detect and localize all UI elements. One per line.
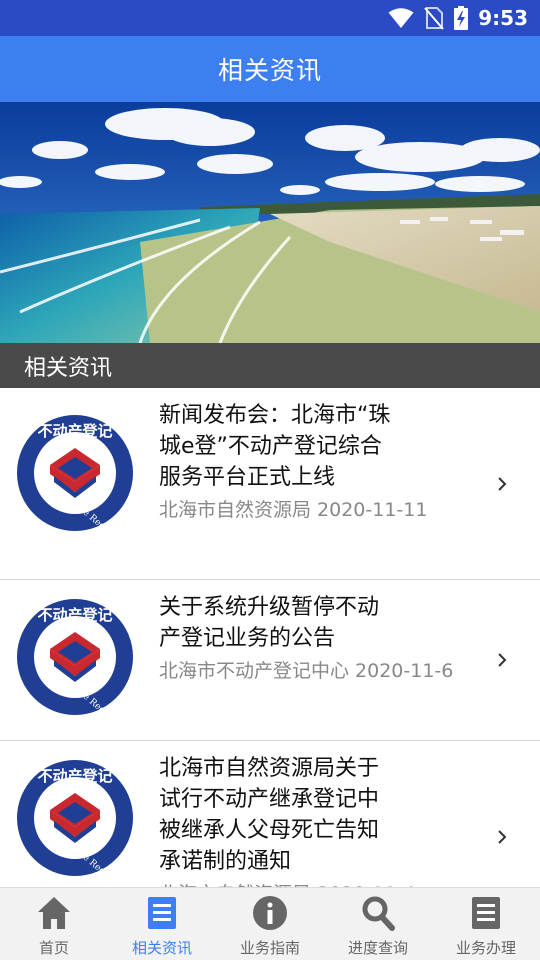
news-meta: 北海市自然资源局 2020-11-4: [159, 879, 459, 887]
tab-home[interactable]: 首页: [0, 888, 108, 960]
chevron-right-icon: [498, 830, 507, 844]
svg-text:不动产登记: 不动产登记: [37, 606, 112, 624]
chevron-right-icon: [498, 653, 507, 667]
page-title: 相关资讯: [217, 56, 322, 85]
tab-progress[interactable]: 进度查询: [324, 888, 432, 960]
svg-text:不动产登记: 不动产登记: [37, 422, 112, 440]
news-item[interactable]: 不动产登记 Real Estate Registration 北海市自然资源局关…: [0, 741, 540, 887]
tab-label: 进度查询: [347, 939, 408, 957]
tab-label: 业务办理: [455, 939, 516, 957]
news-icon: [148, 897, 176, 929]
real-estate-registration-logo: 不动产登记 Real Estate Registration: [17, 599, 136, 718]
tab-label: 相关资讯: [131, 939, 192, 957]
tab-label: 首页: [38, 939, 69, 957]
tab-news[interactable]: 相关资讯: [108, 888, 216, 960]
home-icon: [38, 897, 70, 929]
real-estate-registration-logo: 不动产登记 Real Estate Registration: [17, 760, 136, 879]
document-icon: [472, 897, 500, 929]
search-icon: [362, 896, 395, 931]
section-title: 相关资讯: [24, 355, 113, 381]
status-time: 9:53: [478, 6, 528, 30]
tab-label: 业务指南: [239, 939, 300, 957]
no-sim-icon: [424, 7, 445, 30]
info-icon: [253, 896, 287, 930]
bottom-tab-bar: 首页 相关资讯 业务指南 进度查询 业务办理: [0, 887, 540, 960]
battery-charging-icon: [454, 6, 469, 30]
chevron-right-icon: [498, 477, 507, 491]
banner-image[interactable]: [0, 102, 540, 343]
news-meta: 北海市不动产登记中心 2020-11-6: [159, 660, 454, 682]
beach-photo: [0, 102, 540, 343]
tab-business[interactable]: 业务办理: [432, 888, 540, 960]
app-bar: 相关资讯: [0, 36, 540, 102]
status-bar: 9:53: [0, 0, 540, 36]
real-estate-registration-logo: 不动产登记 Real Estate Registration: [17, 415, 136, 534]
wifi-icon: [388, 8, 414, 28]
news-item[interactable]: 不动产登记 Real Estate Registration 关于系统升级暂停不…: [0, 580, 540, 741]
news-list[interactable]: 不动产登记 Real Estate Registration 新闻发布会：北海市…: [0, 388, 540, 887]
section-header: 相关资讯: [0, 343, 540, 388]
news-title: 关于系统升级暂停不动产登记业务的公告: [159, 595, 380, 651]
tab-guide[interactable]: 业务指南: [216, 888, 324, 960]
svg-text:不动产登记: 不动产登记: [37, 767, 112, 785]
news-title: 新闻发布会：北海市“珠城e登”不动产登记综合服务平台正式上线: [159, 403, 391, 490]
news-title: 北海市自然资源局关于试行不动产继承登记中被继承人父母死亡告知承诺制的通知: [159, 756, 380, 874]
news-item[interactable]: 不动产登记 Real Estate Registration 新闻发布会：北海市…: [0, 388, 540, 580]
news-meta: 北海市自然资源局 2020-11-11: [159, 499, 428, 521]
status-icons: 9:53: [388, 0, 528, 36]
